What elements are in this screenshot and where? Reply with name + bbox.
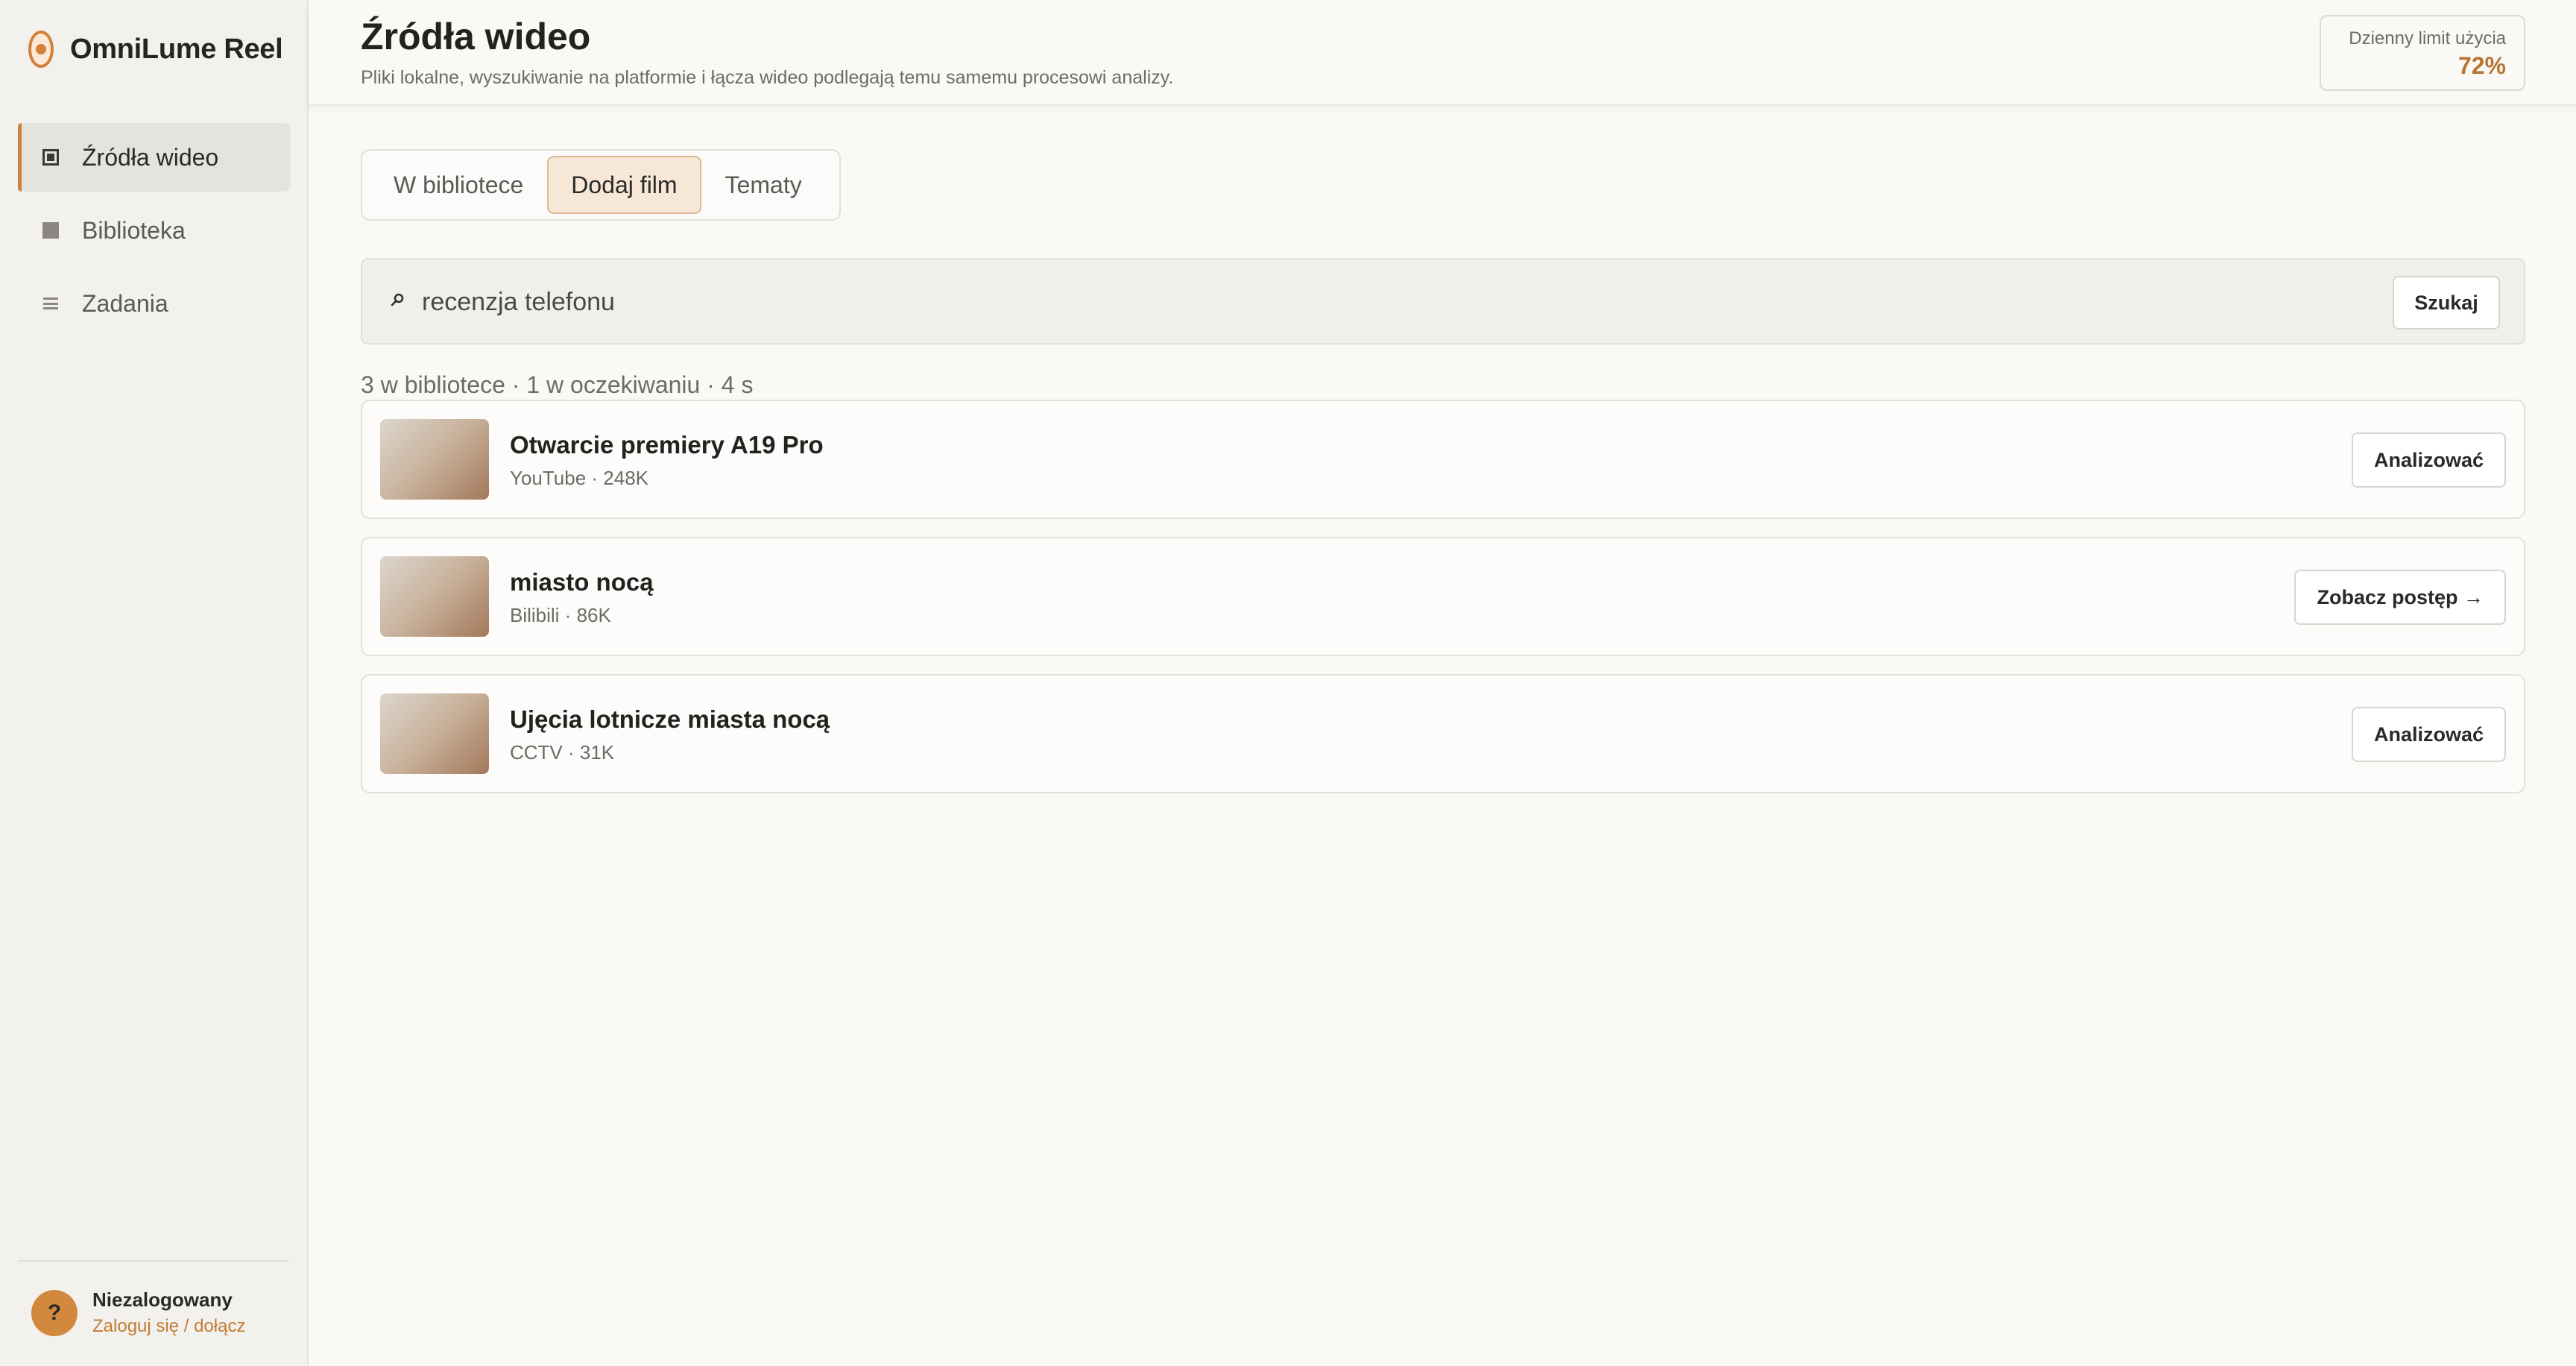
user-panel: ? Niezalogowany Zaloguj się / dołącz <box>31 1288 245 1337</box>
avatar[interactable]: ? <box>31 1289 78 1336</box>
list-item: Ujęcia lotnicze miasta nocą CCTV · 31K A… <box>361 674 2525 793</box>
sidebar-item-video-sources[interactable]: Źródła wideo <box>18 123 291 192</box>
app-name: OmniLume Reel <box>70 33 283 65</box>
video-title: Otwarcie premiery A19 Pro <box>510 431 824 459</box>
list-icon <box>40 293 61 314</box>
tab-topics[interactable]: Tematy <box>701 156 826 214</box>
sidebar-item-label: Zadania <box>82 289 168 317</box>
sidebar-nav: Źródła wideo Biblioteka Zadania <box>18 123 291 342</box>
video-meta: Bilibili · 86K <box>510 604 611 626</box>
source-tabs: W bibliotece Dodaj film Tematy <box>361 149 841 221</box>
search-bar: Szukaj <box>361 258 2525 344</box>
logo-icon <box>28 31 54 68</box>
video-thumbnail[interactable] <box>380 419 489 500</box>
list-item: miasto nocą Bilibili · 86K Zobacz postęp… <box>361 537 2525 656</box>
analyze-button[interactable]: Analizować <box>2351 432 2506 488</box>
video-thumbnail[interactable] <box>380 693 489 774</box>
tab-add-video[interactable]: Dodaj film <box>547 156 701 214</box>
view-progress-button[interactable]: Zobacz postęp → <box>2294 570 2506 625</box>
usage-label: Dzienny limit użycia <box>2349 28 2506 48</box>
user-status: Niezalogowany <box>92 1288 233 1311</box>
sidebar-item-library[interactable]: Biblioteka <box>18 196 291 265</box>
results-list: Otwarcie premiery A19 Pro YouTube · 248K… <box>361 400 2525 811</box>
framed-square-icon <box>40 147 61 168</box>
square-icon <box>40 220 61 241</box>
page-subtitle: Pliki lokalne, wyszukiwanie na platformi… <box>361 67 1174 88</box>
page-header: Źródła wideo Pliki lokalne, wyszukiwanie… <box>309 0 2576 106</box>
page-title: Źródła wideo <box>361 16 591 57</box>
usage-value: 72% <box>2457 52 2506 79</box>
sidebar-divider <box>18 1260 289 1262</box>
search-icon <box>391 293 404 306</box>
analyze-button[interactable]: Analizować <box>2351 707 2506 762</box>
results-summary: 3 w bibliotece · 1 w oczekiwaniu · 4 s <box>361 371 754 398</box>
list-item: Otwarcie premiery A19 Pro YouTube · 248K… <box>361 400 2525 519</box>
video-thumbnail[interactable] <box>380 556 489 637</box>
brand: OmniLume Reel <box>28 28 283 70</box>
search-button[interactable]: Szukaj <box>2393 276 2500 330</box>
sidebar-item-tasks[interactable]: Zadania <box>18 269 291 338</box>
video-title: Ujęcia lotnicze miasta nocą <box>510 705 830 733</box>
video-meta: CCTV · 31K <box>510 741 615 764</box>
search-input[interactable] <box>422 279 2211 325</box>
sidebar-item-label: Źródła wideo <box>82 143 219 171</box>
video-title: miasto nocą <box>510 568 654 596</box>
tab-in-library[interactable]: W bibliotece <box>370 156 547 214</box>
video-meta: YouTube · 248K <box>510 467 648 489</box>
usage-limit-badge: Dzienny limit użycia 72% <box>2320 15 2525 91</box>
sidebar-item-label: Biblioteka <box>82 216 186 244</box>
sidebar: OmniLume Reel Źródła wideo Biblioteka Za… <box>0 0 309 1366</box>
app-window: OmniLume Reel Źródła wideo Biblioteka Za… <box>0 0 2576 1366</box>
login-link[interactable]: Zaloguj się / dołącz <box>92 1316 245 1337</box>
